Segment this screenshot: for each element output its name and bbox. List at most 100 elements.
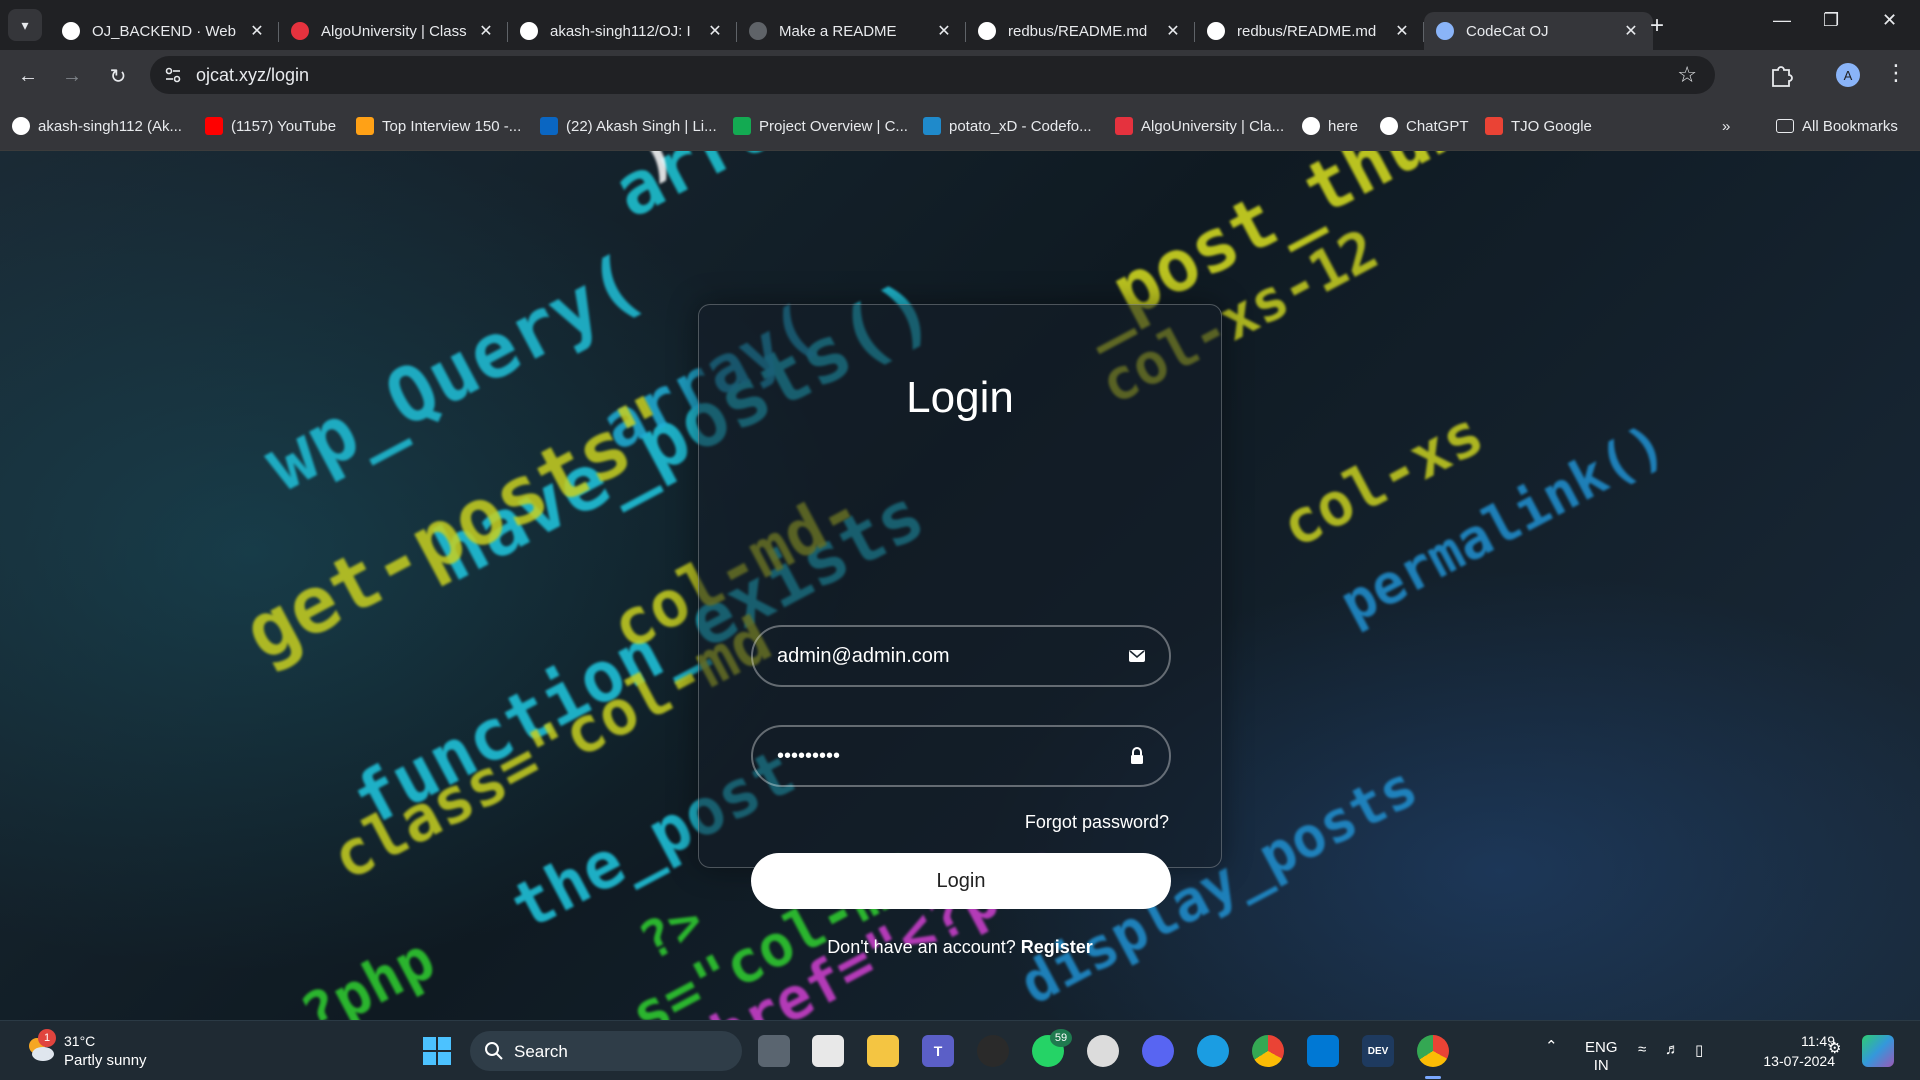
- file-explorer-icon[interactable]: [867, 1035, 899, 1067]
- microsoft-store-icon[interactable]: [812, 1035, 844, 1067]
- all-bookmarks-button[interactable]: All Bookmarks: [1776, 115, 1898, 137]
- taskbar-search[interactable]: Search: [470, 1031, 742, 1071]
- github-icon: [12, 117, 30, 135]
- tab-1[interactable]: AlgoUniversity | Class ✕: [279, 12, 508, 50]
- discord-icon[interactable]: [1142, 1035, 1174, 1067]
- bookmark-3[interactable]: (22) Akash Singh | Li...: [540, 115, 717, 137]
- email-input[interactable]: [777, 627, 1117, 685]
- chatgpt-icon: [1380, 117, 1398, 135]
- weather-temperature[interactable]: 31°C: [64, 1033, 95, 1049]
- volume-icon[interactable]: ♬: [1665, 1041, 1680, 1058]
- leetcode-icon: [356, 117, 374, 135]
- extensions-icon[interactable]: [1768, 62, 1794, 88]
- bookmark-1[interactable]: (1157) YouTube: [205, 115, 336, 137]
- minimize-button[interactable]: —: [1773, 10, 1791, 31]
- search-icon: [485, 1042, 503, 1060]
- close-tab-icon[interactable]: ✕: [1163, 21, 1183, 41]
- bookmark-label: ChatGPT: [1406, 117, 1469, 135]
- url-text[interactable]: ojcat.xyz/login: [196, 65, 309, 86]
- register-prompt: Don't have an account? Register: [699, 937, 1221, 958]
- bookmark-9[interactable]: TJO Google: [1485, 115, 1592, 137]
- close-tab-icon[interactable]: ✕: [934, 21, 954, 41]
- clock[interactable]: 11:49 13-07-2024: [1735, 1031, 1835, 1071]
- forgot-password-link[interactable]: Forgot password?: [1025, 812, 1169, 833]
- weather-badge: 1: [38, 1029, 56, 1047]
- login-button[interactable]: Login: [751, 853, 1171, 909]
- notifications-icon[interactable]: ⚙: [1828, 1039, 1841, 1057]
- copilot-icon[interactable]: [1862, 1035, 1894, 1067]
- tab-title: Make a README: [779, 22, 897, 40]
- tab-0[interactable]: OJ_BACKEND · Web ✕: [50, 12, 279, 50]
- forward-button[interactable]: →: [58, 62, 86, 90]
- close-tab-icon[interactable]: ✕: [1621, 21, 1641, 41]
- login-title: Login: [906, 373, 1014, 422]
- wifi-icon[interactable]: ≈: [1638, 1041, 1646, 1058]
- vscode-icon[interactable]: [1307, 1035, 1339, 1067]
- browser-menu-icon[interactable]: ⋮: [1885, 60, 1907, 86]
- profile-avatar[interactable]: A: [1836, 63, 1860, 87]
- bookmark-label: Project Overview | C...: [759, 117, 908, 135]
- register-link[interactable]: Register: [1021, 937, 1093, 957]
- algouniversity-icon: [291, 22, 309, 40]
- document-icon: [749, 22, 767, 40]
- close-tab-icon[interactable]: ✕: [1392, 21, 1412, 41]
- bookmark-label: AlgoUniversity | Cla...: [1141, 117, 1285, 135]
- clock-icon[interactable]: [1087, 1035, 1119, 1067]
- bookmark-6[interactable]: AlgoUniversity | Cla...: [1115, 115, 1284, 137]
- bookmark-5[interactable]: potato_xD - Codefo...: [923, 115, 1092, 137]
- close-tab-icon[interactable]: ✕: [476, 21, 496, 41]
- github-icon: [1302, 117, 1320, 135]
- battery-icon[interactable]: ▯: [1695, 1041, 1703, 1059]
- clock-date: 13-07-2024: [1763, 1053, 1835, 1069]
- close-window-button[interactable]: ✕: [1882, 10, 1897, 31]
- restore-button[interactable]: ❐: [1823, 10, 1839, 31]
- browser-toolbar: ← → ↻ ojcat.xyz/login ☆ A ⋮: [0, 50, 1920, 100]
- address-bar[interactable]: ojcat.xyz/login ☆: [150, 56, 1715, 94]
- email-field[interactable]: [751, 625, 1171, 687]
- devhome-icon[interactable]: DEV: [1362, 1035, 1394, 1067]
- bookmarks-overflow-button[interactable]: »: [1722, 115, 1730, 137]
- edge-icon[interactable]: [1197, 1035, 1229, 1067]
- bookmark-2[interactable]: Top Interview 150 -...: [356, 115, 521, 137]
- render-icon: [62, 22, 80, 40]
- new-tab-button[interactable]: +: [1650, 12, 1664, 40]
- login-card: Login Forgot password? Login Don't have …: [698, 304, 1222, 957]
- close-tab-icon[interactable]: ✕: [705, 21, 725, 41]
- tab-2[interactable]: akash-singh112/OJ: I ✕: [508, 12, 737, 50]
- bookmark-8[interactable]: ChatGPT: [1380, 115, 1469, 137]
- back-button[interactable]: ←: [14, 62, 42, 90]
- background-code-text: ?php: [290, 924, 446, 1020]
- task-view-icon[interactable]: [758, 1035, 790, 1067]
- bookmark-7[interactable]: here: [1302, 115, 1358, 137]
- teams-icon[interactable]: T: [922, 1035, 954, 1067]
- password-input[interactable]: [777, 727, 1117, 785]
- bookmark-star-icon[interactable]: ☆: [1677, 62, 1697, 88]
- bookmark-0[interactable]: akash-singh112 (Ak...: [12, 115, 182, 137]
- language-indicator[interactable]: ENG IN: [1585, 1039, 1618, 1075]
- chrome-active-icon[interactable]: [1417, 1035, 1449, 1067]
- bookmark-label: here: [1328, 117, 1359, 135]
- windows-start-icon[interactable]: [421, 1035, 453, 1067]
- tab-5[interactable]: redbus/README.md ✕: [1195, 12, 1424, 50]
- tab-title: akash-singh112/OJ: I: [550, 22, 691, 40]
- password-field[interactable]: [751, 725, 1171, 787]
- linkedin-icon: [540, 117, 558, 135]
- chevron-down-icon: ▾: [21, 16, 29, 33]
- tab-6[interactable]: CodeCat OJ ✕: [1424, 12, 1653, 50]
- tab-3[interactable]: Make a README ✕: [737, 12, 966, 50]
- tab-4[interactable]: redbus/README.md ✕: [966, 12, 1195, 50]
- folder-icon: [1776, 119, 1794, 133]
- github-icon: [978, 22, 996, 40]
- site-info-icon[interactable]: [164, 66, 182, 84]
- youtube-icon: [205, 117, 223, 135]
- page-viewport: $postarray() ) :_post_thumbncol-xs-12wp_…: [0, 151, 1920, 1020]
- reload-button[interactable]: ↻: [104, 62, 132, 90]
- chrome-icon[interactable]: [1252, 1035, 1284, 1067]
- tab-search-button[interactable]: ▾: [8, 9, 42, 41]
- bookmark-4[interactable]: Project Overview | C...: [733, 115, 908, 137]
- obs-icon[interactable]: [977, 1035, 1009, 1067]
- bookmark-label: (1157) YouTube: [231, 117, 337, 135]
- close-tab-icon[interactable]: ✕: [247, 21, 267, 41]
- weather-description[interactable]: Partly sunny: [64, 1052, 147, 1069]
- tray-overflow-icon[interactable]: ⌃: [1545, 1037, 1558, 1055]
